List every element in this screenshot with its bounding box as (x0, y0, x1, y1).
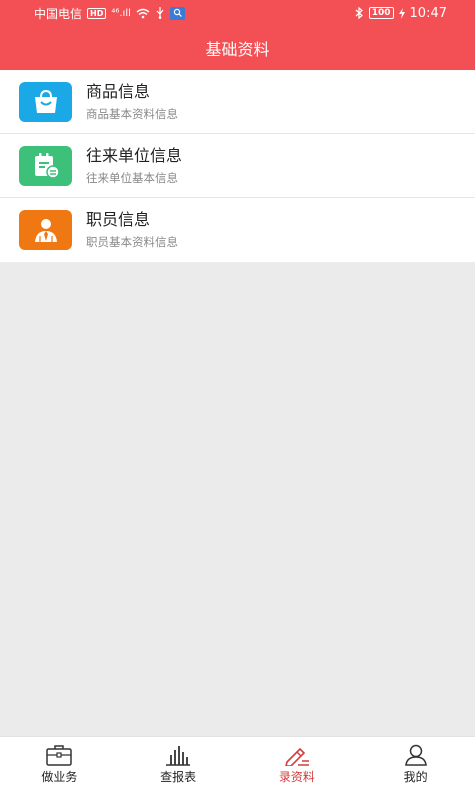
usb-icon (156, 7, 164, 19)
list-item-title: 商品信息 (86, 81, 151, 101)
hd-badge: HD (87, 7, 107, 19)
tab-data-entry[interactable]: 录资料 (238, 737, 357, 792)
signal-icon: ⁴⁶.ıll (111, 7, 131, 19)
bluetooth-icon (355, 7, 363, 19)
list-item-subtitle: 职员基本资料信息 (86, 235, 178, 249)
list-item-subtitle: 往来单位基本信息 (86, 170, 178, 185)
list-item-partners[interactable]: 往来单位信息 往来单位基本信息 (0, 134, 475, 198)
status-bar: 中国电信 HD ⁴⁶.ıll 100 10:47 (0, 0, 475, 26)
list-item-text: 商品信息 商品基本资料信息 (86, 81, 178, 123)
battery-icon: 100 (368, 7, 394, 19)
tab-label: 录资料 (278, 770, 315, 784)
bottom-tab-bar: 做业务 查报表 录资料 我的 (0, 736, 475, 792)
page-title: 基础资料 (205, 40, 270, 59)
list-item-title: 职员信息 (86, 210, 151, 229)
list-item-staff[interactable]: 职员信息 职员基本资料信息 (0, 198, 475, 262)
bar-chart-icon (166, 746, 191, 766)
goods-icon (19, 81, 72, 122)
status-left: 中国电信 HD ⁴⁶.ıll (34, 5, 185, 22)
tab-reports[interactable]: 查报表 (119, 737, 238, 792)
status-right: 100 10:47 (355, 6, 447, 21)
carrier-label: 中国电信 (34, 6, 83, 21)
tab-business[interactable]: 做业务 (0, 737, 119, 792)
data-list: 商品信息 商品基本资料信息 往来单位信息 往来单位基本信息 职员信息 职员基本资… (0, 70, 475, 262)
tab-label: 查报表 (160, 770, 197, 784)
list-item-text: 职员信息 职员基本资料信息 (86, 209, 178, 251)
edit-pen-icon (285, 747, 309, 766)
list-item-subtitle: 商品基本资料信息 (86, 106, 178, 121)
list-item-title: 往来单位信息 (86, 145, 183, 165)
tab-label: 做业务 (41, 770, 78, 784)
partners-icon (19, 145, 72, 186)
user-icon (404, 744, 427, 766)
charging-icon (398, 7, 405, 19)
wifi-icon (136, 8, 150, 18)
list-item-text: 往来单位信息 往来单位基本信息 (86, 145, 182, 187)
page-header: 基础资料 (0, 26, 475, 70)
tab-mine[interactable]: 我的 (356, 737, 475, 792)
clock-label: 10:47 (409, 5, 447, 21)
list-item-goods[interactable]: 商品信息 商品基本资料信息 (0, 70, 475, 134)
search-badge-icon (169, 6, 185, 20)
staff-icon (19, 210, 72, 250)
tab-label: 我的 (403, 770, 428, 784)
briefcase-icon (46, 745, 73, 766)
